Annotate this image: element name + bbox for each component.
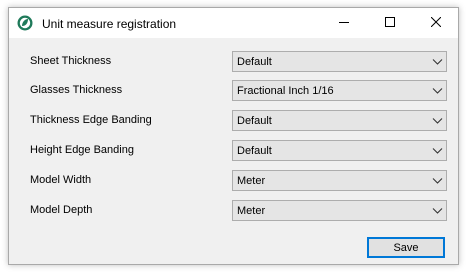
model-depth-select[interactable]: Meter — [232, 200, 447, 221]
chevron-down-icon — [432, 176, 443, 185]
save-button[interactable]: Save — [367, 237, 445, 258]
sheet-thickness-label: Sheet Thickness — [30, 55, 112, 67]
glasses-thickness-value: Fractional Inch 1/16 — [237, 85, 334, 97]
thickness-edge-banding-value: Default — [237, 115, 272, 127]
thickness-edge-banding-label: Thickness Edge Banding — [30, 114, 152, 126]
window-title: Unit measure registration — [42, 17, 177, 31]
maximize-icon — [385, 16, 395, 30]
close-icon — [430, 16, 442, 30]
minimize-icon — [339, 17, 349, 30]
close-button[interactable] — [413, 8, 459, 38]
chevron-down-icon — [432, 57, 443, 66]
minimize-button[interactable] — [321, 8, 367, 38]
sheet-thickness-select[interactable]: Default — [232, 51, 447, 72]
chevron-down-icon — [432, 206, 443, 215]
sheet-thickness-value: Default — [237, 56, 272, 68]
model-depth-label: Model Depth — [30, 204, 93, 216]
model-width-value: Meter — [237, 175, 266, 187]
chevron-down-icon — [432, 86, 443, 95]
chevron-down-icon — [432, 116, 443, 125]
unit-measure-dialog: Unit measure registration Sheet Thicknes… — [8, 7, 459, 265]
glasses-thickness-select[interactable]: Fractional Inch 1/16 — [232, 80, 447, 101]
maximize-button[interactable] — [367, 8, 413, 38]
thickness-edge-banding-select[interactable]: Default — [232, 110, 447, 131]
height-edge-banding-label: Height Edge Banding — [30, 144, 134, 156]
height-edge-banding-value: Default — [237, 145, 272, 157]
glasses-thickness-label: Glasses Thickness — [30, 84, 123, 96]
app-logo-icon — [17, 15, 33, 31]
model-width-select[interactable]: Meter — [232, 170, 447, 191]
model-width-label: Model Width — [30, 174, 92, 186]
height-edge-banding-select[interactable]: Default — [232, 140, 447, 161]
model-depth-value: Meter — [237, 205, 266, 217]
chevron-down-icon — [432, 146, 443, 155]
title-bar[interactable]: Unit measure registration — [9, 8, 458, 38]
